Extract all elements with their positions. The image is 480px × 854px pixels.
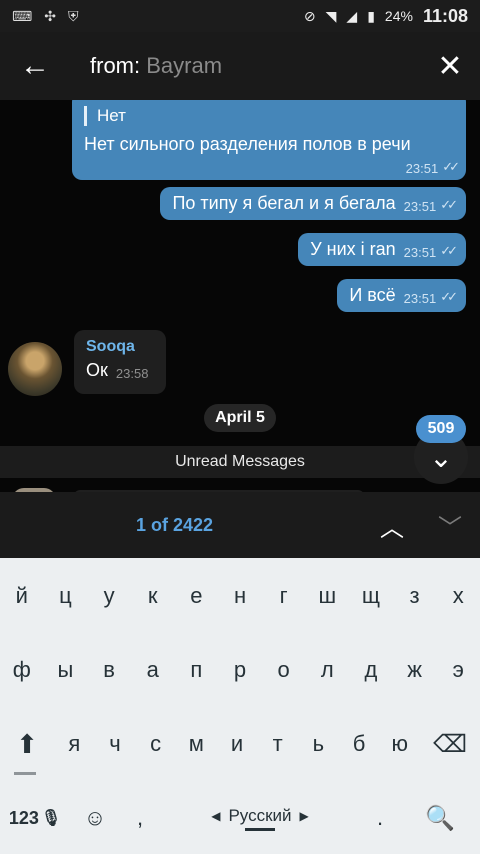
shield-icon: ⛨ — [67, 7, 79, 24]
key[interactable]: а — [131, 640, 175, 700]
date-divider: April 5 — [204, 404, 276, 432]
battery-percent: 24% — [384, 8, 413, 24]
message-time: 23:51 — [403, 291, 437, 306]
key[interactable]: о — [262, 640, 306, 700]
key[interactable]: ю — [379, 714, 420, 774]
key[interactable]: ф — [0, 640, 44, 700]
message-time: 23:51 — [405, 161, 439, 176]
unread-messages-divider: Unread Messages — [0, 446, 480, 478]
key[interactable]: ь — [298, 714, 339, 774]
space-label: Русский — [228, 805, 292, 825]
wifi-icon: ◥ — [325, 7, 337, 24]
key[interactable]: я — [54, 714, 95, 774]
key[interactable]: к — [131, 566, 175, 626]
reply-quote: Нет — [84, 106, 454, 126]
signal-icon: ◢ — [346, 7, 358, 24]
message-text: Ок — [86, 360, 108, 380]
key[interactable]: л — [305, 640, 349, 700]
shift-icon[interactable]: ⬆ — [0, 714, 54, 774]
backspace-icon[interactable]: ⌫ — [420, 714, 480, 774]
key[interactable]: т — [257, 714, 298, 774]
message-time: 23:58 — [115, 366, 149, 381]
key[interactable]: в — [87, 640, 131, 700]
dnd-icon: ⊘ — [303, 7, 316, 24]
app-root: ⌨ ✣ ⛨ ⊘ ◥ ◢ ▮ 24% 11:08 ← from: Bayram ✕… — [0, 0, 480, 854]
chevron-down-icon[interactable]: ﹀ — [430, 492, 470, 558]
key-row: й ц у к е н г ш щ з х — [0, 566, 480, 626]
unread-count-badge: 509 — [416, 415, 466, 443]
avatar[interactable] — [8, 342, 62, 396]
apps-icon: ✣ — [44, 7, 56, 24]
message-time: 23:51 — [403, 199, 437, 214]
message-time: 23:51 — [403, 245, 437, 260]
close-icon[interactable]: ✕ — [420, 32, 480, 100]
mic-icon: 🎙 — [40, 810, 62, 827]
emoji-icon[interactable]: ☺ — [70, 788, 120, 848]
key[interactable]: й — [0, 566, 44, 626]
numbers-key[interactable]: 123 🎙 — [0, 788, 70, 848]
numbers-label: 123 — [8, 807, 39, 828]
key[interactable]: п — [175, 640, 219, 700]
search-query[interactable]: from: Bayram — [70, 53, 420, 79]
read-check-icon: ✓✓ — [440, 243, 458, 258]
space-key[interactable]: ◀ Русский ▶ — [160, 788, 360, 848]
search-prefix: from: — [90, 53, 141, 78]
key[interactable]: р — [218, 640, 262, 700]
key[interactable]: э — [436, 640, 480, 700]
key[interactable]: ж — [393, 640, 437, 700]
key-row: ф ы в а п р о л д ж э — [0, 640, 480, 700]
chevron-right-icon: ▶ — [299, 808, 309, 823]
message-bubble[interactable]: Нет Нет сильного разделения полов в речи… — [72, 100, 466, 180]
chevron-up-icon[interactable]: ︿ — [372, 492, 412, 558]
key[interactable]: и — [217, 714, 258, 774]
message-text: По типу я бегал и я бегала — [172, 193, 396, 213]
shift-indicator — [14, 772, 36, 775]
result-counter[interactable]: 1 of 2422 — [136, 515, 213, 536]
key[interactable]: у — [87, 566, 131, 626]
key-row: 123 🎙 ☺ , ◀ Русский ▶ . 🔍 — [0, 788, 480, 848]
chat-area: Нет Нет сильного разделения полов в речи… — [0, 100, 480, 492]
chevron-down-icon: ⌄ — [429, 441, 453, 473]
keyboard: й ц у к е н г ш щ з х ф ы в а п р о л д … — [0, 558, 480, 854]
key[interactable]: б — [339, 714, 380, 774]
read-check-icon: ✓✓ — [440, 197, 458, 212]
key[interactable]: м — [176, 714, 217, 774]
back-arrow-icon[interactable]: ← — [0, 32, 70, 100]
key[interactable]: з — [393, 566, 437, 626]
search-icon[interactable]: 🔍 — [400, 788, 480, 848]
key[interactable]: ч — [95, 714, 136, 774]
message-bubble[interactable]: По типу я бегал и я бегала 23:51 ✓✓ — [160, 187, 466, 220]
key[interactable]: н — [218, 566, 262, 626]
message-text: У них i ran — [310, 239, 396, 259]
key[interactable]: г — [262, 566, 306, 626]
key[interactable]: ш — [305, 566, 349, 626]
status-bar: ⌨ ✣ ⛨ ⊘ ◥ ◢ ▮ 24% 11:08 — [0, 0, 480, 32]
search-results-bar: 1 of 2422 ︿ ﹀ — [0, 492, 480, 558]
keyboard-icon: ⌨ — [12, 7, 33, 24]
search-header: ← from: Bayram ✕ — [0, 32, 480, 100]
key[interactable]: х — [436, 566, 480, 626]
key[interactable]: щ — [349, 566, 393, 626]
clock: 11:08 — [422, 5, 468, 26]
message-bubble[interactable]: У них i ran 23:51 ✓✓ — [298, 233, 466, 266]
battery-icon: ▮ — [367, 7, 375, 24]
sender-name[interactable]: Sooqa — [86, 338, 154, 356]
key[interactable]: е — [175, 566, 219, 626]
search-user: Bayram — [146, 53, 223, 78]
message-text: И всё — [349, 285, 396, 305]
comma-key[interactable]: , — [120, 788, 160, 848]
chevron-left-icon: ◀ — [211, 808, 221, 823]
incoming-message-bubble[interactable]: Sooqa Ок 23:58 — [74, 330, 166, 394]
key[interactable]: ы — [44, 640, 88, 700]
key[interactable]: д — [349, 640, 393, 700]
read-check-icon: ✓✓ — [440, 289, 458, 304]
message-text: Нет сильного разделения полов в речи — [84, 134, 411, 154]
read-check-icon: ✓✓ — [442, 159, 460, 174]
message-bubble[interactable]: И всё 23:51 ✓✓ — [337, 279, 466, 312]
period-key[interactable]: . — [360, 788, 400, 848]
space-bar-indicator — [245, 827, 275, 831]
key[interactable]: с — [135, 714, 176, 774]
key[interactable]: ц — [44, 566, 88, 626]
key-row: ⬆ я ч с м и т ь б ю ⌫ — [0, 714, 480, 774]
